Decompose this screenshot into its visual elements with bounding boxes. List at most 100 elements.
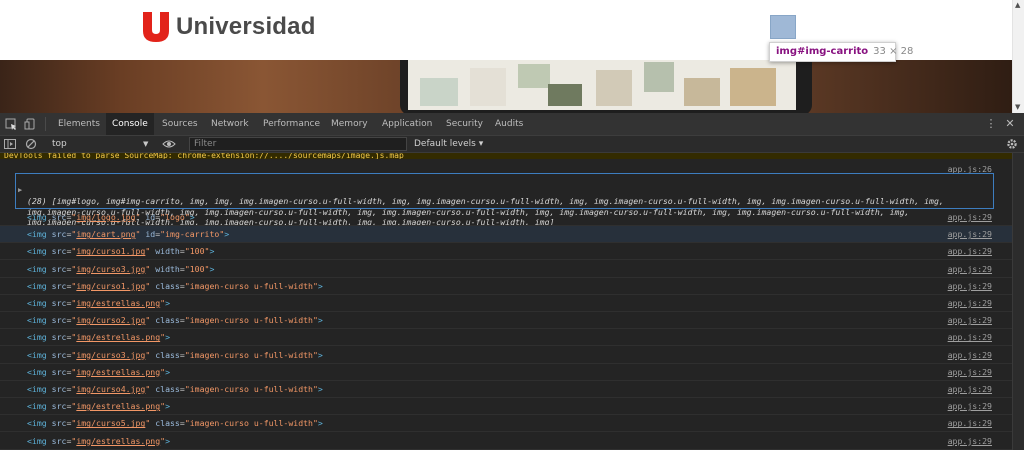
log-source-link[interactable]: app.js:29 bbox=[948, 384, 992, 394]
attr-value: 100 bbox=[189, 246, 205, 257]
tab-network[interactable]: Network bbox=[205, 113, 255, 135]
close-devtools-icon[interactable]: ✕ bbox=[1003, 113, 1017, 135]
hero-tablet-image bbox=[400, 60, 812, 113]
attr-name: width bbox=[155, 263, 180, 274]
element-log-row[interactable]: <img src="img/estrellas.png"> app.js:29 bbox=[0, 433, 1012, 450]
element-log-code: <img src="img/estrellas.png"> bbox=[27, 435, 171, 446]
src-link[interactable]: img/estrellas.png bbox=[76, 401, 160, 411]
src-link[interactable]: img/curso1.jpg bbox=[76, 246, 145, 256]
element-log-row[interactable]: <img src="img/curso5.jpg" class="imagen-… bbox=[0, 415, 1012, 433]
attr-name: width bbox=[155, 246, 180, 257]
inspect-element-icon[interactable] bbox=[5, 118, 17, 130]
devtools-toolbar: Elements Console Sources Network Perform… bbox=[0, 113, 1024, 136]
src-link[interactable]: img/estrellas.png bbox=[76, 436, 160, 446]
element-log-code: <img src="img/estrellas.png"> bbox=[27, 332, 171, 343]
university-logo-mark bbox=[143, 12, 169, 42]
attr-value: imagen-curso u-full-width bbox=[189, 315, 313, 326]
log-levels-dropdown[interactable]: Default levels ▾ bbox=[414, 136, 483, 152]
console-filter-input[interactable] bbox=[189, 137, 407, 151]
element-log-code: <img src="img/curso3.jpg" class="imagen-… bbox=[27, 349, 323, 360]
element-log-row[interactable]: <img src="img/curso1.jpg" class="imagen-… bbox=[0, 278, 1012, 295]
console-sidebar-icon[interactable] bbox=[4, 138, 16, 150]
tab-application[interactable]: Application bbox=[376, 113, 438, 135]
tab-audits[interactable]: Audits bbox=[489, 113, 529, 135]
tab-console[interactable]: Console bbox=[106, 113, 154, 135]
element-log-row[interactable]: <img src="img/curso4.jpg" class="imagen-… bbox=[0, 381, 1012, 398]
element-log-code: <img src="img/cart.png" id="img-carrito"… bbox=[27, 229, 230, 240]
log-source-link[interactable]: app.js:29 bbox=[948, 436, 992, 446]
log-source-link[interactable]: app.js:29 bbox=[948, 315, 992, 325]
src-link[interactable]: img/estrellas.png bbox=[76, 332, 160, 342]
device-toolbar-icon[interactable] bbox=[24, 118, 36, 130]
tab-security[interactable]: Security bbox=[440, 113, 489, 135]
console-settings-gear-icon[interactable] bbox=[1006, 138, 1018, 150]
context-dropdown-icon[interactable]: ▼ bbox=[143, 136, 148, 152]
array-log-line: (28) [img#logo, img#img-carrito, img, im… bbox=[27, 196, 944, 206]
src-link[interactable]: img/estrellas.png bbox=[76, 298, 160, 308]
attr-value: imagen-curso u-full-width bbox=[189, 280, 313, 291]
scroll-up-icon[interactable]: ▲ bbox=[1015, 1, 1020, 9]
src-link[interactable]: img/curso3.jpg bbox=[76, 350, 145, 360]
src-link[interactable]: img/estrellas.png bbox=[76, 367, 160, 377]
element-log-row[interactable]: <img src="img/logo.jpg" id="logo"> app.js… bbox=[0, 209, 1012, 226]
expand-array-icon[interactable]: ▶ bbox=[18, 185, 22, 196]
log-source-link[interactable]: app.js:29 bbox=[948, 229, 992, 239]
element-log-row[interactable]: <img src="img/curso1.jpg" width="100"> ap… bbox=[0, 243, 1012, 261]
tab-memory[interactable]: Memory bbox=[325, 113, 374, 135]
log-source-link[interactable]: app.js:29 bbox=[948, 281, 992, 291]
log-source-link[interactable]: app.js:29 bbox=[948, 246, 992, 256]
element-log-row[interactable]: <img src="img/curso3.jpg" width="100"> ap… bbox=[0, 261, 1012, 278]
src-link[interactable]: img/curso1.jpg bbox=[76, 281, 145, 291]
attr-name: class bbox=[155, 418, 180, 429]
src-link[interactable]: img/logo.jpg bbox=[76, 212, 135, 222]
src-link[interactable]: img/curso5.jpg bbox=[76, 418, 145, 428]
toolbar-divider bbox=[45, 117, 46, 131]
log-source-link[interactable]: app.js:29 bbox=[948, 298, 992, 308]
array-log-entry[interactable]: ▶ (28) [img#logo, img#img-carrito, img, i… bbox=[15, 173, 994, 227]
log-source-link[interactable]: app.js:29 bbox=[948, 418, 992, 428]
element-log-row[interactable]: <img src="img/estrellas.png"> app.js:29 bbox=[0, 295, 1012, 312]
university-logo[interactable]: Universidad bbox=[141, 12, 316, 42]
attr-name: class bbox=[155, 349, 180, 360]
log-source-link[interactable]: app.js:29 bbox=[948, 367, 992, 377]
element-log-code: <img src="img/curso1.jpg" class="imagen-… bbox=[27, 280, 323, 291]
src-link[interactable]: img/curso2.jpg bbox=[76, 315, 145, 325]
context-selector[interactable]: top bbox=[52, 136, 67, 152]
more-options-icon[interactable]: ⋮ bbox=[984, 113, 998, 135]
element-log-row[interactable]: <img src="img/estrellas.png"> app.js:29 bbox=[0, 329, 1012, 347]
live-expression-eye-icon[interactable] bbox=[162, 139, 176, 149]
attr-value: img-carrito bbox=[165, 229, 220, 240]
tab-sources[interactable]: Sources bbox=[156, 113, 204, 135]
tab-elements[interactable]: Elements bbox=[52, 113, 106, 135]
cart-image[interactable] bbox=[770, 15, 796, 39]
log-source-link[interactable]: app.js:29 bbox=[948, 264, 992, 274]
element-log-code: <img src="img/curso5.jpg" class="imagen-… bbox=[27, 418, 323, 429]
tooltip-size: 33 × 28 bbox=[873, 46, 914, 57]
attr-name: id bbox=[145, 212, 156, 222]
page-scrollbar[interactable]: ▲ ▼ bbox=[1012, 0, 1024, 113]
element-log-row[interactable]: <img src="img/curso3.jpg" class="imagen-… bbox=[0, 347, 1012, 364]
element-log-row[interactable]: <img src="img/curso2.jpg" class="imagen-… bbox=[0, 312, 1012, 330]
element-log-row[interactable]: <img src="img/estrellas.png"> app.js:29 bbox=[0, 364, 1012, 381]
sourcemap-warning: DevTools failed to parse SourceMap: chro… bbox=[0, 153, 1012, 159]
console-scrollbar[interactable] bbox=[1012, 153, 1024, 450]
element-log-row[interactable]: <img src="img/estrellas.png"> app.js:29 bbox=[0, 398, 1012, 416]
log-source-link[interactable]: app.js:29 bbox=[948, 350, 992, 360]
element-log-row[interactable]: <img src="img/cart.png" id="img-carrito"… bbox=[0, 226, 1012, 244]
element-log-code: <img src="img/curso4.jpg" class="imagen-… bbox=[27, 384, 323, 394]
console-output: DevTools failed to parse SourceMap: chro… bbox=[0, 153, 1012, 450]
src-link[interactable]: img/cart.png bbox=[76, 229, 135, 239]
src-link[interactable]: img/curso4.jpg bbox=[76, 384, 145, 394]
src-link[interactable]: img/curso3.jpg bbox=[76, 264, 145, 274]
attr-name: class bbox=[155, 315, 180, 326]
attr-value: 100 bbox=[189, 263, 205, 274]
log-source-link[interactable]: app.js:29 bbox=[948, 401, 992, 411]
attr-value: logo bbox=[165, 212, 185, 222]
tab-performance[interactable]: Performance bbox=[257, 113, 326, 135]
log-source-link[interactable]: app.js:29 bbox=[948, 332, 992, 342]
log-source-link[interactable]: app.js:29 bbox=[948, 212, 992, 222]
scroll-down-icon[interactable]: ▼ bbox=[1015, 103, 1020, 111]
clear-console-icon[interactable] bbox=[25, 138, 37, 150]
tablet-screen bbox=[408, 60, 796, 110]
element-log-code: <img src="img/curso1.jpg" width="100"> bbox=[27, 246, 215, 257]
